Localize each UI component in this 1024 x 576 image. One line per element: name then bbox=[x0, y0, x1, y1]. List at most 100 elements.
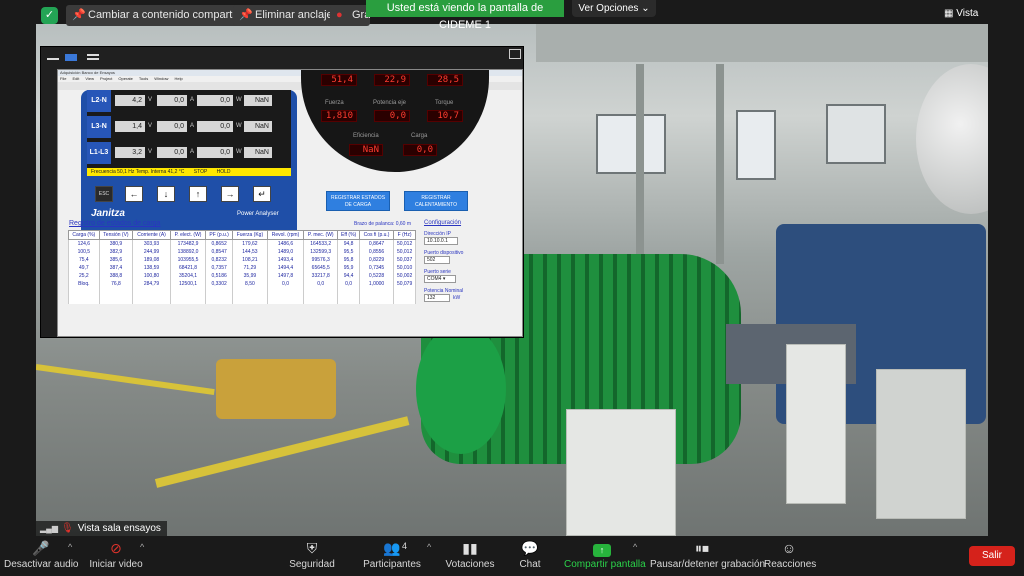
measurement-dial: 51,4 22,9 28,5 Fuerza Potencia eje Torqu… bbox=[301, 70, 489, 172]
audio-options-caret[interactable]: ^ bbox=[68, 542, 72, 552]
table-row-empty bbox=[68, 295, 416, 304]
table-cell bbox=[393, 295, 416, 304]
temp-value: 41,2 bbox=[167, 169, 178, 175]
menu-tools[interactable]: Tools bbox=[139, 76, 148, 81]
minimize-icon[interactable] bbox=[47, 54, 59, 60]
table-cell: 144,53 bbox=[231, 247, 268, 256]
start-video-button[interactable]: ⊘ Iniciar video bbox=[86, 536, 146, 576]
menu-icon[interactable] bbox=[87, 54, 99, 60]
enter-key[interactable]: ↵ bbox=[253, 186, 271, 202]
pause-stop-icon: ⏸⏹ bbox=[695, 540, 709, 556]
table-row: 75,4 385,6 189,08 103955,5 0,8232 108,21 1493,… bbox=[68, 255, 416, 264]
table-cell bbox=[266, 295, 305, 304]
security-shield-icon[interactable]: ✓ bbox=[41, 7, 58, 24]
unit-w: W bbox=[236, 123, 242, 129]
table-cell bbox=[68, 287, 100, 296]
menu-file[interactable]: File bbox=[60, 76, 66, 81]
extra-value: NaN bbox=[244, 95, 272, 106]
top-value-1: 51,4 bbox=[321, 74, 357, 86]
restore-icon[interactable] bbox=[65, 54, 77, 61]
port-label: Puerto dispositivo bbox=[424, 250, 464, 256]
chevron-down-icon: ▾ bbox=[442, 276, 446, 282]
menu-edit[interactable]: Edit bbox=[72, 76, 79, 81]
arrow-left-key[interactable]: ← bbox=[125, 186, 143, 202]
participants-count: 4 bbox=[402, 541, 408, 551]
port-field[interactable]: 502 bbox=[424, 256, 450, 264]
avatar-icon: ● bbox=[336, 9, 343, 21]
table-cell: 0,7345 bbox=[358, 263, 395, 272]
maximize-icon[interactable] bbox=[509, 49, 521, 59]
serial-select[interactable]: COM4 ▾ bbox=[424, 275, 456, 283]
load-log-table: Carga (%) Tensión (V) Corriente (A) P. e… bbox=[68, 230, 416, 304]
register-load-states-button[interactable]: REGISTRAR ESTADOS DE CARGA bbox=[326, 191, 390, 211]
table-cell: 25,2 bbox=[68, 271, 100, 280]
share-screen-button[interactable]: ↑ Compartir pantalla bbox=[564, 536, 646, 576]
top-value-2: 22,9 bbox=[374, 74, 410, 86]
table-cell: 50,037 bbox=[393, 255, 416, 264]
security-button[interactable]: ⛨ Seguridad bbox=[288, 536, 336, 576]
table-cell: 100,5 bbox=[68, 247, 100, 256]
table-row: 49,7 387,4 138,59 68421,8 0,7357 71,29 1494,4 6… bbox=[68, 263, 416, 272]
arrow-down-key[interactable]: ↓ bbox=[157, 186, 175, 202]
table-cell: 12500,1 bbox=[169, 279, 207, 288]
participant-tab[interactable]: ●Grabándose bbox=[330, 5, 370, 26]
table-cell: 1489,0 bbox=[266, 247, 305, 256]
extra-value: NaN bbox=[244, 121, 272, 132]
table-cell: 50,079 bbox=[393, 279, 416, 288]
power-field[interactable]: 132 bbox=[424, 294, 450, 302]
current-value: 0,0 bbox=[157, 121, 187, 132]
shared-app-window: Adquisición Banco de Ensayos File Edit Vie… bbox=[40, 46, 524, 338]
column-header: Corriente (A) bbox=[132, 230, 171, 240]
menu-help[interactable]: Help bbox=[174, 76, 182, 81]
power-value: 0,0 bbox=[197, 147, 233, 158]
table-cell: 0,3302 bbox=[205, 279, 233, 288]
arrow-right-key[interactable]: → bbox=[221, 186, 239, 202]
table-row-empty bbox=[68, 287, 416, 296]
share-up-arrow-icon: ↑ bbox=[593, 544, 611, 557]
muted-mic-icon: 🎙 bbox=[60, 523, 74, 534]
zoom-meeting-window: ✓ 📌 Cambiar a contenido compartido 📌 Elimi… bbox=[0, 0, 1024, 576]
ip-field[interactable]: 10.10.0.1 bbox=[424, 237, 458, 245]
power-value: 0,0 bbox=[197, 95, 233, 106]
hold-status: HOLD bbox=[216, 169, 231, 175]
arrow-up-key[interactable]: ↑ bbox=[189, 186, 207, 202]
column-header: PF (p.u.) bbox=[205, 230, 233, 240]
pedestal bbox=[786, 344, 846, 504]
background-window bbox=[736, 110, 776, 180]
menu-view[interactable]: View bbox=[85, 76, 94, 81]
extra-value: NaN bbox=[244, 147, 272, 158]
participants-options-caret[interactable]: ^ bbox=[427, 542, 431, 552]
chat-button[interactable]: 💬 Chat bbox=[514, 536, 546, 576]
view-button[interactable]: ▦ Vista bbox=[944, 8, 978, 19]
table-cell bbox=[169, 295, 207, 304]
esc-key[interactable]: ESC bbox=[95, 186, 113, 202]
share-options-caret[interactable]: ^ bbox=[633, 542, 637, 552]
menu-project[interactable]: Project bbox=[100, 76, 112, 81]
table-cell: 388,8 bbox=[98, 271, 134, 280]
temp-unit: °C bbox=[178, 169, 185, 175]
ip-label: Dirección IP bbox=[424, 231, 451, 237]
switch-to-shared-content-button[interactable]: 📌 Cambiar a contenido compartido bbox=[66, 5, 255, 26]
table-cell: 0,8556 bbox=[358, 247, 395, 256]
reactions-button[interactable]: ☺ Reacciones bbox=[764, 536, 816, 576]
participants-button[interactable]: 👥 Participantes bbox=[362, 536, 422, 576]
polls-button[interactable]: ▮▮ Votaciones bbox=[444, 536, 496, 576]
table-row: 25,2 388,8 100,80 35204,1 0,5186 35,99 1497,8 3… bbox=[68, 271, 416, 280]
menu-window[interactable]: Window bbox=[154, 76, 168, 81]
pause-stop-recording-button[interactable]: ⏸⏹ Pausar/detener grabación bbox=[650, 536, 765, 576]
unpin-button[interactable]: 📌 Eliminar anclaje bbox=[233, 5, 341, 26]
freq-unit: Hz bbox=[128, 169, 135, 175]
view-options-button[interactable]: Ver Opciones ⌄ bbox=[572, 0, 656, 17]
table-cell bbox=[68, 295, 100, 304]
leave-button[interactable]: Salir bbox=[969, 546, 1015, 566]
participant-nameplate: ▂▄▆ 🎙 Vista sala ensayos bbox=[36, 521, 167, 536]
column-header: Eff (%) bbox=[337, 230, 360, 240]
table-cell: 0,8229 bbox=[358, 255, 395, 264]
mute-button[interactable]: 🎤 Desactivar audio bbox=[4, 536, 78, 576]
menu-operate[interactable]: Operate bbox=[118, 76, 132, 81]
register-heating-button[interactable]: REGISTRAR CALENTAMIENTO bbox=[404, 191, 468, 211]
microphone-icon: 🎤 bbox=[32, 540, 50, 556]
video-options-caret[interactable]: ^ bbox=[140, 542, 144, 552]
video-off-icon: ⊘ bbox=[110, 540, 122, 556]
table-row: 100,5 382,9 244,99 138892,0 0,8547 144,53 1489… bbox=[68, 247, 416, 256]
